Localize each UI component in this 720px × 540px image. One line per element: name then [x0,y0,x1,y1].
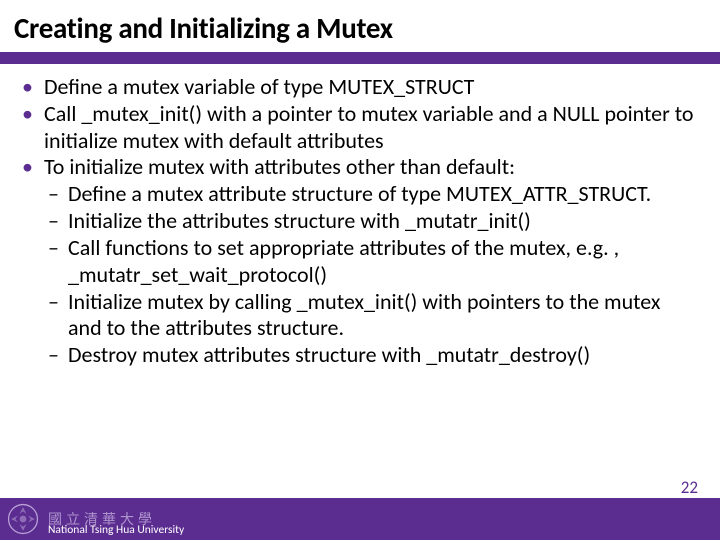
sub-bullet-item: – Destroy mutex attributes structure wit… [48,342,698,369]
title-block: Creating and Initializing a Mutex [0,0,720,52]
bullet-dot-icon: • [22,154,44,181]
dash-icon: – [48,235,68,289]
university-emblem-icon [6,502,40,536]
slide-title: Creating and Initializing a Mutex [14,10,706,46]
sub-bullet-item: – Call functions to set appropriate attr… [48,235,698,289]
sub-bullet-text: Call functions to set appropriate attrib… [68,235,698,289]
sub-bullet-text: Destroy mutex attributes structure with … [68,342,590,369]
bullet-item: • Define a mutex variable of type MUTEX_… [22,74,698,101]
bullet-item: • Call _mutex_init() with a pointer to m… [22,101,698,155]
dash-icon: – [48,181,68,208]
sub-bullet-item: – Initialize mutex by calling _mutex_ini… [48,289,698,343]
sub-bullet-text: Initialize the attributes structure with… [68,208,531,235]
title-underline [0,52,720,64]
bullet-dot-icon: • [22,74,44,101]
university-name-en: National Tsing Hua University [48,523,184,537]
sub-bullet-item: – Define a mutex attribute structure of … [48,181,698,208]
bullet-text: To initialize mutex with attributes othe… [44,154,515,181]
bullet-text: Define a mutex variable of type MUTEX_ST… [44,74,474,101]
bullet-text: Call _mutex_init() with a pointer to mut… [44,101,698,155]
bullet-item: • To initialize mutex with attributes ot… [22,154,698,181]
page-number: 22 [681,477,698,498]
slide-content: • Define a mutex variable of type MUTEX_… [0,64,720,369]
sub-bullet-text: Initialize mutex by calling _mutex_init(… [68,289,698,343]
dash-icon: – [48,342,68,369]
sub-bullet-text: Define a mutex attribute structure of ty… [68,181,651,208]
dash-icon: – [48,208,68,235]
dash-icon: – [48,289,68,343]
footer-bar: 國立清華大學 National Tsing Hua University [0,498,720,540]
sub-bullet-item: – Initialize the attributes structure wi… [48,208,698,235]
bullet-dot-icon: • [22,101,44,155]
